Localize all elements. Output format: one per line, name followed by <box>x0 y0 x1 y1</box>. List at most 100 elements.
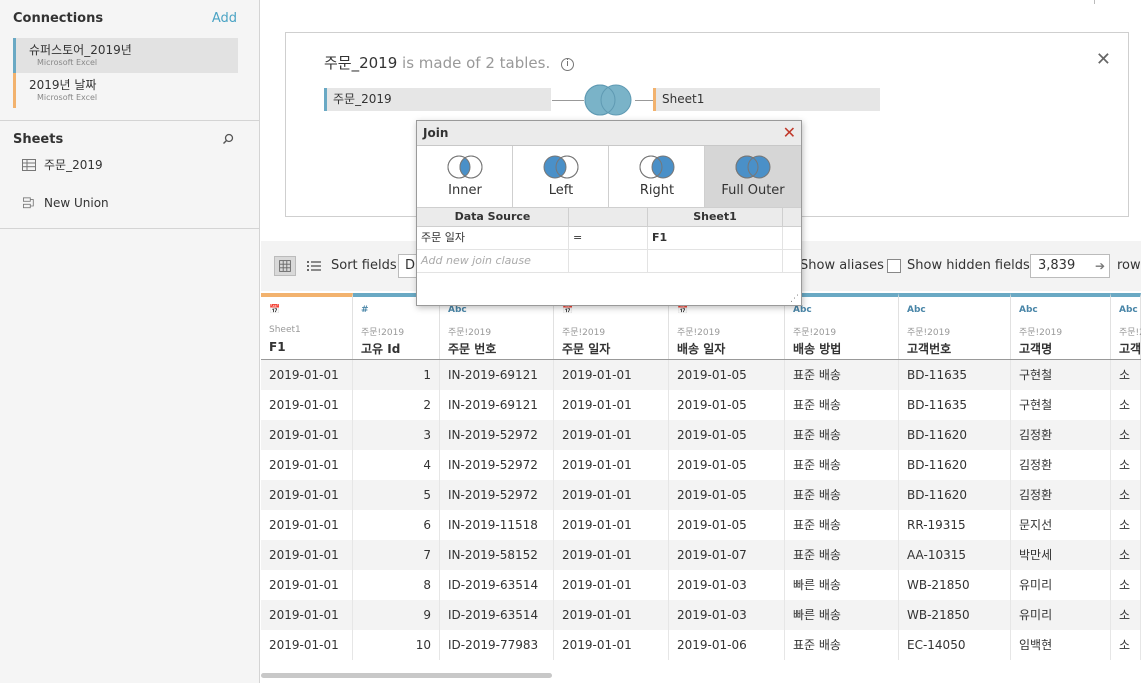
join-clause-left-field[interactable]: 주문 일자 <box>417 227 569 249</box>
show-hidden-fields-checkbox[interactable] <box>887 259 901 273</box>
data-grid: 📅 Sheet1 F1 # 주문!2019 고유 Id Abc 주문!2019 주문 번호 📅 주문… <box>261 293 1141 665</box>
connection-type: Microsoft Excel <box>37 58 98 67</box>
table-row: 2019-01-01 2 IN-2019-69121 2019-01-01 2019-0… <box>261 390 1141 420</box>
column-header[interactable]: 📅 Sheet1 F1 <box>261 293 353 359</box>
inner-join-icon <box>447 155 483 179</box>
add-join-clause-row[interactable]: Add new join clause <box>417 250 801 273</box>
data-source-column-header: Data Source <box>417 208 569 226</box>
column-header[interactable]: Abc 주문!2019 배송 방법 <box>785 293 899 359</box>
rows-label: rows <box>1117 258 1141 273</box>
join-link-line <box>635 100 653 101</box>
table-cell: 2019-01-01 <box>261 360 353 390</box>
table-cell: BD-11620 <box>899 450 1011 480</box>
string-type-icon[interactable]: Abc <box>1019 305 1038 315</box>
sheet1-column-header: Sheet1 <box>648 208 783 226</box>
row-count-input[interactable]: 3,839 ➔ <box>1030 254 1110 278</box>
table-cell: 박만세 <box>1011 540 1111 570</box>
horizontal-scrollbar[interactable] <box>261 673 552 678</box>
info-icon[interactable]: i <box>561 58 575 71</box>
search-icon[interactable] <box>222 133 234 145</box>
join-type-full-outer[interactable]: Full Outer <box>705 146 801 207</box>
column-field-name[interactable]: 주문 번호 <box>448 340 496 357</box>
table-cell: 2019-01-05 <box>669 450 785 480</box>
table-cell: 표준 배송 <box>785 360 899 390</box>
join-type-right[interactable]: Right <box>609 146 705 207</box>
date-type-icon[interactable]: 📅 <box>677 305 688 315</box>
column-header[interactable]: Abc 주문!2019 고객번호 <box>899 293 1011 359</box>
show-aliases-label[interactable]: Show aliases <box>800 258 884 273</box>
table-cell: 소 <box>1111 510 1141 540</box>
add-join-clause-placeholder[interactable]: Add new join clause <box>417 250 569 272</box>
left-table-pill[interactable]: 주문_2019 <box>324 88 551 111</box>
column-source-table: 주문!2019 <box>1019 328 1063 338</box>
column-field-name[interactable]: 배송 일자 <box>677 340 725 357</box>
column-field-name[interactable]: 고유 Id <box>361 340 400 357</box>
column-field-name[interactable]: F1 <box>269 340 286 354</box>
join-type-inner[interactable]: Inner <box>417 146 513 207</box>
column-source-table: 주문!2019 <box>361 328 405 338</box>
column-header[interactable]: Abc 주문!2019 고객명 <box>1011 293 1111 359</box>
resize-grip-icon[interactable]: ⋰ <box>790 294 799 304</box>
string-type-icon[interactable]: Abc <box>1119 305 1138 315</box>
column-source-table: 주문!2019 <box>1119 328 1141 338</box>
table-cell: 2019-01-01 <box>261 480 353 510</box>
table-cell: 표준 배송 <box>785 540 899 570</box>
table-cell: IN-2019-69121 <box>440 360 554 390</box>
connection-item-dates[interactable]: 2019년 날짜 Microsoft Excel <box>13 73 238 108</box>
table-cell: WB-21850 <box>899 570 1011 600</box>
table-cell: 구현철 <box>1011 360 1111 390</box>
string-type-icon[interactable]: Abc <box>448 305 467 315</box>
number-type-icon[interactable]: # <box>361 305 369 315</box>
connections-heading: Connections <box>13 11 104 26</box>
list-view-icon[interactable] <box>303 256 325 276</box>
row-count-value: 3,839 <box>1038 258 1076 273</box>
date-type-icon[interactable]: 📅 <box>562 305 573 315</box>
connection-item-superstore[interactable]: 슈퍼스토어_2019년 Microsoft Excel <box>13 38 238 73</box>
string-type-icon[interactable]: Abc <box>793 305 812 315</box>
sheet-item-orders[interactable]: 주문_2019 <box>22 156 103 173</box>
full-outer-join-icon[interactable] <box>583 84 635 116</box>
grid-view-icon[interactable] <box>274 256 296 276</box>
full-outer-join-icon <box>735 155 771 179</box>
connection-type: Microsoft Excel <box>37 93 98 102</box>
canvas-title: 주문_2019 is made of 2 tables. i <box>324 52 575 73</box>
table-cell: 1 <box>353 360 440 390</box>
join-clause-operator[interactable]: = <box>569 227 648 249</box>
connection-name: 2019년 날짜 <box>29 78 97 92</box>
sheets-heading: Sheets <box>13 132 64 147</box>
table-row: 2019-01-01 9 ID-2019-63514 2019-01-01 2019-0… <box>261 600 1141 630</box>
column-header[interactable]: Abc 주문!2019 고객 <box>1111 293 1141 359</box>
join-clause-row[interactable]: 주문 일자 = F1 <box>417 227 801 250</box>
table-cell: BD-11620 <box>899 420 1011 450</box>
table-row: 2019-01-01 3 IN-2019-52972 2019-01-01 2019-0… <box>261 420 1141 450</box>
close-icon[interactable]: ✕ <box>1096 49 1111 70</box>
column-field-name[interactable]: 고객 <box>1119 340 1141 357</box>
join-type-left[interactable]: Left <box>513 146 609 207</box>
string-type-icon[interactable]: Abc <box>907 305 926 315</box>
right-table-pill[interactable]: Sheet1 <box>653 88 880 111</box>
table-cell: 임백현 <box>1011 630 1111 660</box>
new-union-item[interactable]: New Union <box>22 196 109 210</box>
column-field-name[interactable]: 고객명 <box>1019 340 1052 357</box>
sort-fields-label: Sort fields <box>331 258 397 273</box>
column-field-name[interactable]: 주문 일자 <box>562 340 610 357</box>
join-link-line <box>552 100 584 101</box>
date-type-icon[interactable]: 📅 <box>269 305 280 315</box>
show-hidden-fields-label[interactable]: Show hidden fields <box>907 258 1030 273</box>
table-cell: 빠른 배송 <box>785 600 899 630</box>
table-row: 2019-01-01 10 ID-2019-77983 2019-01-01 2019-… <box>261 630 1141 660</box>
table-cell: IN-2019-11518 <box>440 510 554 540</box>
join-clause-right-field[interactable]: F1 <box>648 227 783 249</box>
window-divider-tick <box>1094 0 1095 4</box>
table-cell: 2019-01-01 <box>554 420 669 450</box>
column-field-name[interactable]: 고객번호 <box>907 340 951 357</box>
add-connection-link[interactable]: Add <box>212 11 237 26</box>
close-icon[interactable]: ✕ <box>783 122 796 144</box>
table-cell: 2019-01-01 <box>261 510 353 540</box>
table-cell: BD-11635 <box>899 360 1011 390</box>
arrow-right-icon[interactable]: ➔ <box>1095 255 1105 277</box>
sheet-item-label: New Union <box>44 196 109 210</box>
column-field-name[interactable]: 배송 방법 <box>793 340 841 357</box>
table-cell: 9 <box>353 600 440 630</box>
sidebar-divider <box>0 228 260 229</box>
